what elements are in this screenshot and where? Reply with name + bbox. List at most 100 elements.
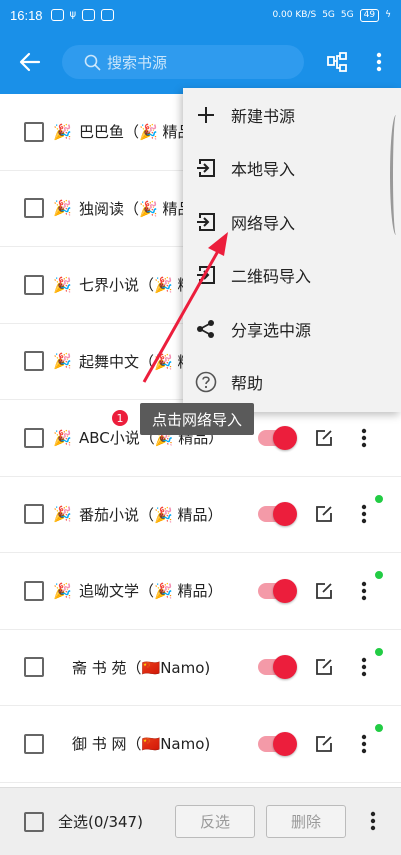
source-name: 追呦文学（🎉 精品） — [79, 582, 223, 601]
menu-item-label: 二维码导入 — [231, 267, 312, 287]
list-item[interactable]: 🎉 番茄小说（🎉 精品） — [0, 477, 401, 553]
menu-item-label: 分享选中源 — [231, 320, 312, 340]
overflow-menu-button[interactable] — [358, 30, 400, 94]
edit-button[interactable] — [313, 656, 335, 678]
menu-item-share-selected[interactable]: 分享选中源 — [183, 302, 401, 356]
menu-item-local-import[interactable]: 本地导入 — [183, 142, 401, 196]
party-icon: 🎉 — [53, 122, 72, 141]
select-all-label[interactable]: 全选(0/347) — [58, 811, 143, 832]
screen-icon — [101, 9, 115, 21]
back-arrow-icon — [19, 52, 41, 72]
plus-icon — [195, 104, 217, 126]
switch-knob — [273, 578, 297, 603]
more-vert-icon — [361, 581, 367, 600]
status-dot — [375, 494, 383, 503]
status-dot — [375, 571, 383, 579]
edit-icon — [316, 582, 332, 599]
search-input[interactable]: 搜索书源 — [62, 45, 304, 79]
invert-selection-button[interactable]: 反选 — [175, 805, 255, 838]
delete-button[interactable]: 删除 — [266, 805, 346, 838]
edit-button[interactable] — [313, 733, 335, 755]
more-vert-icon — [370, 811, 376, 831]
switch-knob — [273, 425, 297, 450]
switch-knob — [273, 502, 297, 527]
row-checkbox[interactable] — [24, 733, 44, 754]
help-icon — [195, 371, 217, 393]
charging-icon: ϟ — [385, 10, 391, 20]
edit-button[interactable] — [313, 427, 335, 449]
row-checkbox[interactable] — [24, 657, 44, 678]
signal-5g-1: 5G — [322, 10, 335, 20]
menu-item-qrcode-import[interactable]: 二维码导入 — [183, 249, 401, 303]
more-vert-icon — [361, 734, 367, 753]
switch-knob — [273, 655, 297, 680]
edit-icon — [316, 659, 332, 676]
row-more-button[interactable] — [354, 501, 374, 527]
menu-item-new-source[interactable]: 新建书源 — [183, 88, 401, 142]
row-checkbox[interactable] — [24, 351, 44, 372]
enable-switch[interactable] — [258, 502, 297, 527]
status-dot — [375, 724, 383, 732]
toolbar: 搜索书源 — [0, 30, 401, 94]
net-speed: 0.00 KB/S — [272, 10, 317, 20]
step-badge: 1 — [111, 409, 129, 427]
enable-switch[interactable] — [258, 655, 297, 680]
row-more-button[interactable] — [354, 578, 374, 604]
list-item[interactable]: 🎉 追呦文学（🎉 精品） — [0, 553, 401, 630]
battery-indicator: 49 — [359, 8, 380, 22]
menu-item-network-import[interactable]: 网络导入 — [183, 195, 401, 249]
status-bar: 16:18 ψ 0.00 KB/S 5G 5G 49 ϟ — [0, 0, 401, 30]
signal-5g-2: 5G — [340, 10, 354, 20]
row-more-button[interactable] — [354, 731, 374, 757]
switch-knob — [273, 731, 297, 756]
row-checkbox[interactable] — [24, 580, 44, 601]
enable-switch[interactable] — [258, 425, 297, 450]
row-checkbox[interactable] — [24, 427, 44, 448]
status-dot — [375, 647, 383, 656]
back-button[interactable] — [0, 30, 60, 94]
select-all-checkbox[interactable] — [24, 811, 44, 832]
group-button[interactable] — [316, 30, 358, 94]
more-vert-icon — [361, 658, 367, 677]
more-vert-icon — [361, 428, 367, 447]
list-item[interactable]: 斋 书 苑（🇨🇳Namo) — [0, 630, 401, 706]
group-icon — [327, 52, 347, 72]
party-icon: 🎉 — [53, 581, 72, 600]
source-name: 御 书 网（🇨🇳Namo) — [72, 735, 211, 754]
row-checkbox[interactable] — [24, 198, 44, 219]
menu-item-help[interactable]: 帮助 — [183, 356, 401, 410]
scroll-edge-indicator — [390, 115, 401, 235]
app-icon — [82, 9, 96, 21]
overflow-popup-menu: 新建书源 本地导入 网络导入 二维码导入 分享选中源 帮助 — [183, 88, 401, 412]
annotation-tooltip: 点击网络导入 — [140, 403, 254, 435]
row-checkbox[interactable] — [24, 121, 44, 142]
import-icon — [195, 211, 217, 233]
menu-item-label: 帮助 — [231, 374, 264, 394]
row-checkbox[interactable] — [24, 274, 44, 295]
party-icon: 🎉 — [53, 275, 72, 294]
usb-icon: ψ — [69, 9, 77, 20]
status-right: 0.00 KB/S 5G 5G 49 ϟ — [272, 8, 391, 22]
enable-switch[interactable] — [258, 731, 297, 756]
edit-icon — [316, 735, 332, 752]
row-more-button[interactable] — [354, 425, 374, 451]
edit-icon — [316, 429, 332, 446]
more-vert-icon — [376, 52, 382, 72]
edit-button[interactable] — [313, 580, 335, 602]
edit-button[interactable] — [313, 503, 335, 525]
menu-item-label: 网络导入 — [231, 213, 296, 233]
import-icon — [195, 157, 217, 179]
status-time: 16:18 — [10, 7, 43, 23]
status-icons: ψ — [50, 9, 115, 21]
party-icon: 🎉 — [53, 199, 72, 218]
row-checkbox[interactable] — [24, 504, 44, 525]
enable-switch[interactable] — [258, 578, 297, 603]
party-icon: 🎉 — [53, 505, 72, 524]
list-item[interactable]: 御 书 网（🇨🇳Namo) — [0, 706, 401, 783]
party-icon: 🎉 — [53, 352, 72, 371]
bottom-more-button[interactable] — [363, 808, 383, 834]
source-name: 斋 书 苑（🇨🇳Namo) — [72, 658, 211, 677]
menu-item-label: 新建书源 — [231, 106, 296, 126]
row-more-button[interactable] — [354, 654, 374, 680]
party-icon: 🎉 — [53, 428, 72, 447]
